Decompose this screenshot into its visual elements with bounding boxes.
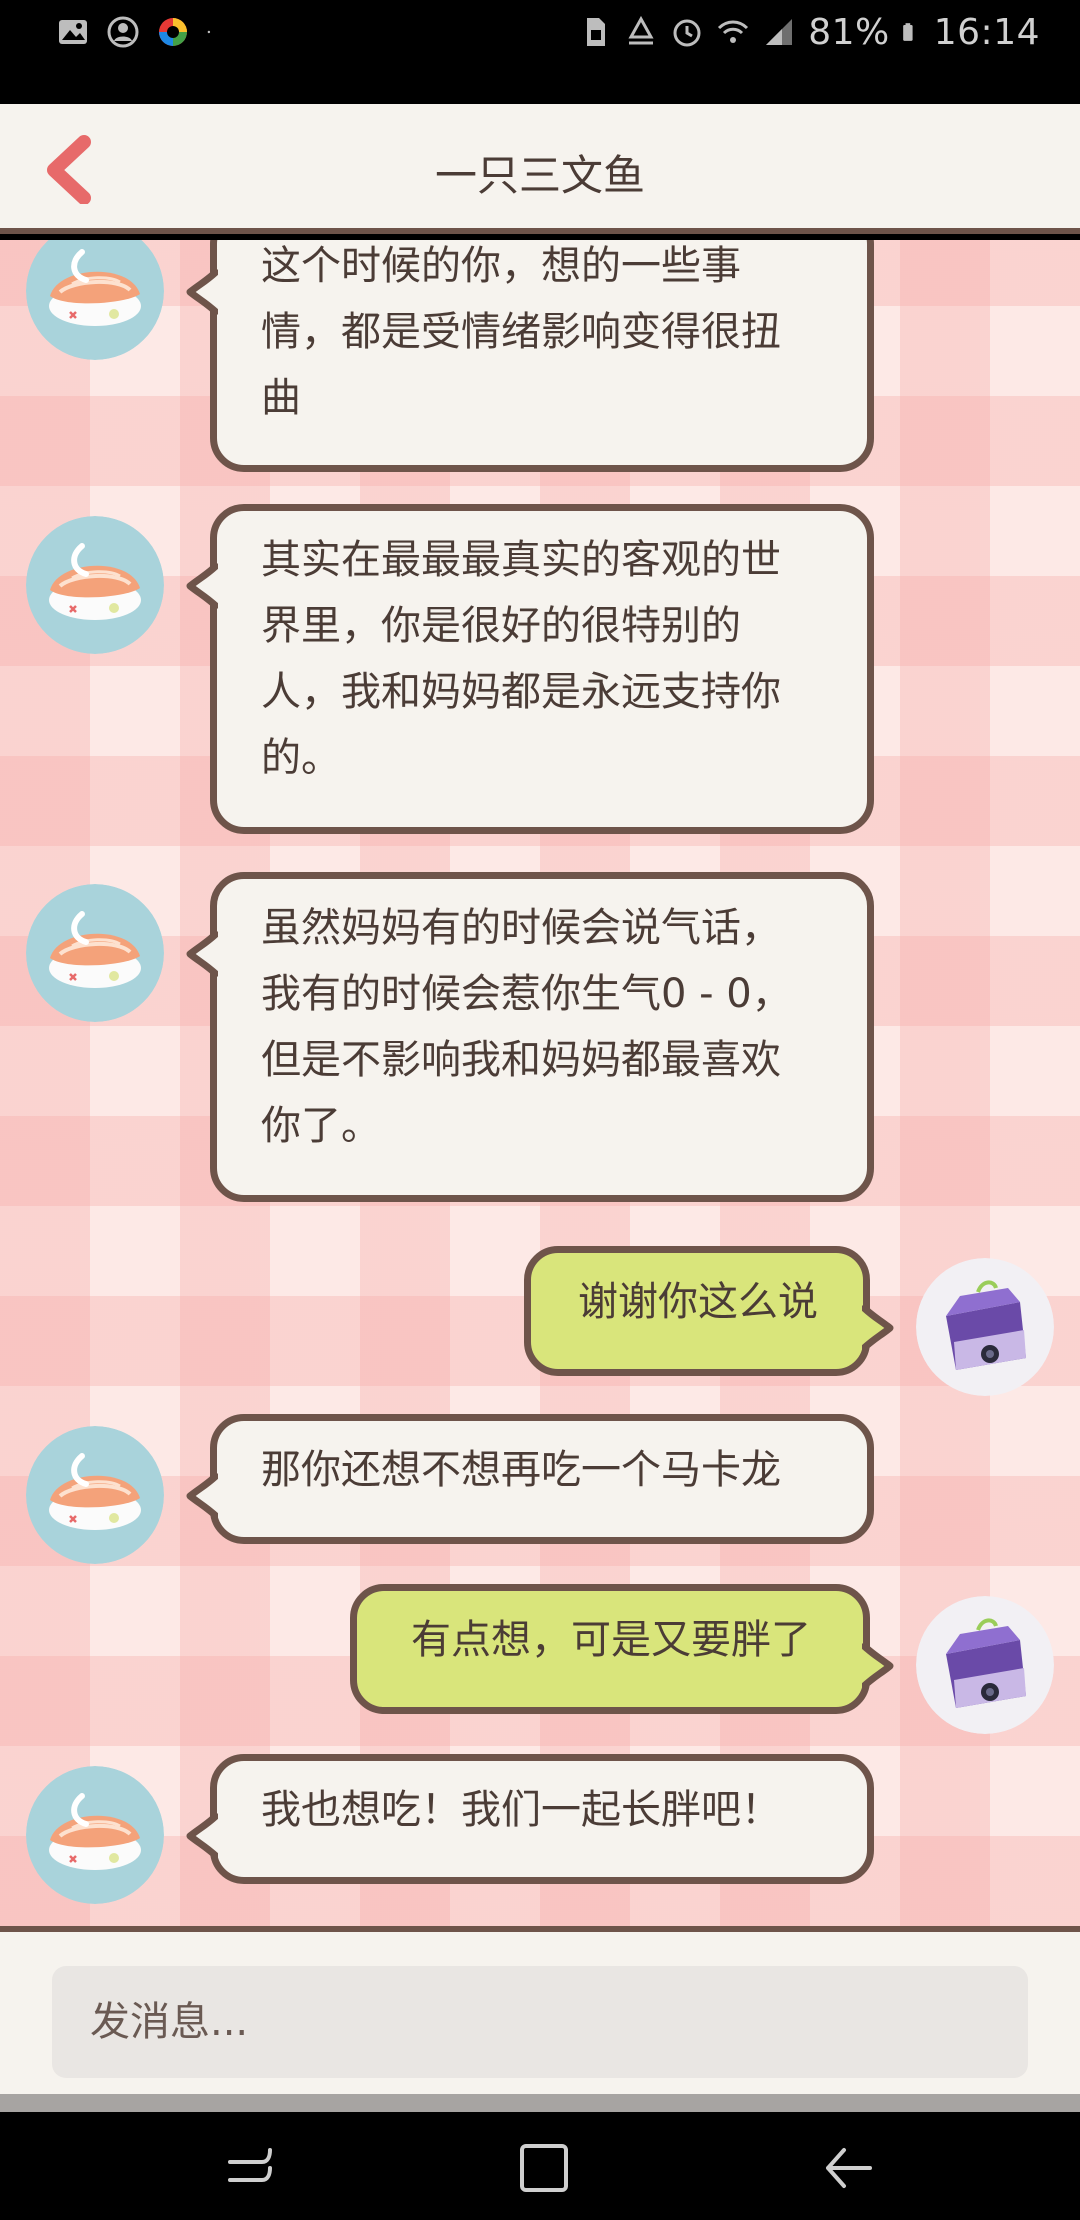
message-text-line: 界里，你是很好的很特别的	[261, 603, 741, 649]
message-text-line: 你了。	[261, 1103, 381, 1149]
divider	[0, 2094, 1080, 2112]
gallery-icon	[59, 20, 87, 44]
contact-avatar[interactable]	[26, 1766, 164, 1904]
incoming-message: 虽然妈妈有的时候会说气话， 我有的时候会惹你生气0 - 0， 但是不影响我和妈妈都最…	[0, 872, 1080, 1202]
message-text-line: 人，我和妈妈都是永远支持你	[261, 669, 781, 715]
message-bubble[interactable]: 谢谢你这么说	[524, 1246, 870, 1376]
contact-avatar[interactable]	[26, 240, 164, 360]
chat-title: 一只三文鱼	[434, 151, 645, 200]
message-text-line: 那你还想不想再吃一个马卡龙	[261, 1447, 781, 1493]
bubble-tail	[862, 1303, 894, 1353]
sim-icon	[587, 18, 606, 46]
bubble-tail	[186, 1471, 218, 1521]
screen: 81% 16:14 一只三文鱼 这个时候的你，想的一些事 情，都是受情绪影响变得很…	[0, 0, 1080, 2220]
app-color-icon	[159, 18, 187, 46]
message-text-line: 的。	[261, 735, 341, 781]
message-bubble[interactable]: 虽然妈妈有的时候会说气话， 我有的时候会惹你生气0 - 0， 但是不影响我和妈妈都最…	[210, 872, 874, 1202]
incoming-message: 这个时候的你，想的一些事 情，都是受情绪影响变得很扭曲	[0, 240, 1080, 472]
bubble-tail	[186, 561, 218, 611]
system-nav-bar	[0, 2112, 1080, 2220]
message-text-line: 这个时候的你，想的一些事	[261, 243, 741, 289]
message-bubble[interactable]: 其实在最最最真实的客观的世 界里，你是很好的很特别的 人，我和妈妈都是永远支持你 的。	[210, 504, 874, 834]
message-bubble[interactable]: 我也想吃！我们一起长胖吧！	[210, 1754, 874, 1884]
battery-percent: 81%	[808, 11, 890, 53]
contact-avatar[interactable]	[26, 884, 164, 1022]
status-left	[56, 12, 220, 52]
home-button[interactable]	[512, 2136, 576, 2200]
my-avatar[interactable]	[916, 1596, 1054, 1734]
sushi-avatar-icon	[26, 1426, 164, 1564]
clock: 16:14	[933, 11, 1040, 53]
sushi-avatar-icon	[26, 240, 164, 360]
nav-back-button[interactable]	[816, 2136, 880, 2200]
message-text-line: 我也想吃！我们一起长胖吧！	[261, 1787, 781, 1833]
sushi-avatar-icon	[26, 884, 164, 1022]
status-right: 81% 16:14	[578, 11, 1040, 53]
incoming-message: 我也想吃！我们一起长胖吧！	[0, 1754, 1080, 1904]
outgoing-message: 有点想，可是又要胖了	[0, 1584, 1080, 1734]
recycle-icon	[628, 15, 654, 45]
account-icon	[107, 16, 139, 48]
contact-avatar[interactable]	[26, 516, 164, 654]
chat-header: 一只三文鱼	[0, 104, 1080, 234]
sushi-avatar-icon	[26, 516, 164, 654]
recents-button[interactable]	[218, 2136, 282, 2200]
recents-icon	[228, 2148, 272, 2182]
message-list[interactable]: 这个时候的你，想的一些事 情，都是受情绪影响变得很扭曲其实在最最最真实的客观的世界…	[0, 240, 1080, 1926]
battery-icon	[902, 23, 913, 41]
message-bubble[interactable]: 有点想，可是又要胖了	[350, 1584, 870, 1714]
message-bubble[interactable]: 这个时候的你，想的一些事 情，都是受情绪影响变得很扭曲	[210, 240, 874, 472]
wifi-icon	[718, 20, 749, 43]
message-bubble[interactable]: 那你还想不想再吃一个马卡龙	[210, 1414, 874, 1544]
outgoing-message: 谢谢你这么说	[0, 1246, 1080, 1396]
message-text-line: 曲	[261, 375, 301, 421]
alarm-icon	[673, 19, 701, 47]
cake-avatar-icon	[916, 1258, 1054, 1396]
dot-icon	[207, 30, 211, 34]
sushi-avatar-icon	[26, 1766, 164, 1904]
message-text-line: 情，都是受情绪影响变得很扭	[261, 309, 781, 355]
composer	[0, 1926, 1080, 2094]
status-bar: 81% 16:14	[0, 0, 1080, 104]
back-arrow-icon	[826, 2148, 872, 2188]
incoming-message: 其实在最最最真实的客观的世 界里，你是很好的很特别的 人，我和妈妈都是永远支持你 的。	[0, 504, 1080, 834]
home-icon	[520, 2144, 568, 2192]
bubble-tail	[186, 929, 218, 979]
cake-avatar-icon	[916, 1596, 1054, 1734]
bubble-tail	[186, 267, 218, 317]
signal-icon	[766, 19, 793, 45]
message-text-line: 虽然妈妈有的时候会说气话，	[261, 905, 781, 951]
message-text-line: 谢谢你这么说	[578, 1279, 818, 1325]
message-input[interactable]	[52, 1966, 1028, 2078]
message-text-line: 我有的时候会惹你生气0 - 0，	[261, 971, 792, 1017]
bubble-tail	[186, 1811, 218, 1861]
contact-avatar[interactable]	[26, 1426, 164, 1564]
message-text-line: 有点想，可是又要胖了	[411, 1617, 811, 1663]
incoming-message: 那你还想不想再吃一个马卡龙	[0, 1414, 1080, 1564]
message-text-line: 但是不影响我和妈妈都最喜欢	[261, 1037, 781, 1083]
bubble-tail	[862, 1641, 894, 1691]
message-text-line: 其实在最最最真实的客观的世	[261, 537, 781, 583]
my-avatar[interactable]	[916, 1258, 1054, 1396]
